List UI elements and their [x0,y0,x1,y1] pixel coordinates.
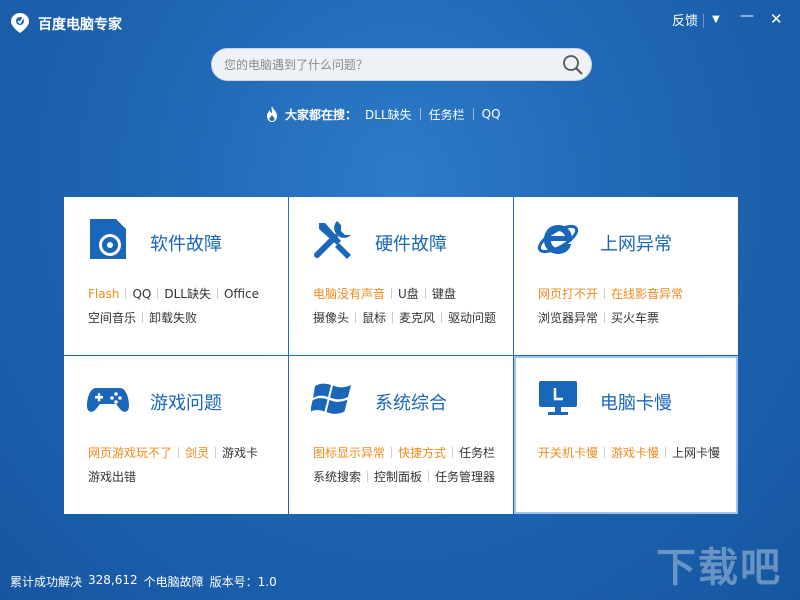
tag-line: 网页打不开 在线影音异常 [538,285,683,302]
tag-usb-drive[interactable]: U盘 [398,285,419,302]
search-input[interactable] [224,56,544,74]
tag-dll[interactable]: DLL缺失 [164,285,211,302]
gamepad-icon [87,388,129,412]
search-icon[interactable] [562,54,584,76]
search-box [211,48,592,81]
tag-internet-slow[interactable]: 上网卡慢 [672,444,720,461]
tag-line: Flash QQ DLL缺失 Office [88,285,259,302]
card-title: 游戏问题 [150,393,222,414]
hot-search-label: 大家都在搜： [285,107,358,122]
monitor-icon [539,381,577,415]
card-slow-computer[interactable]: 电脑卡慢 开关机卡慢 游戏卡慢 上网卡慢 [514,356,738,514]
windows-icon [311,383,351,414]
tag-uninstall-fail[interactable]: 卸载失败 [149,309,197,326]
tag-online-video[interactable]: 在线影音异常 [611,285,683,302]
tag-line: 电脑没有声音 U盘 键盘 [313,285,456,302]
tools-icon [314,221,351,259]
tag-system-search[interactable]: 系统搜索 [313,468,361,485]
tag-line: 游戏出错 [88,468,136,485]
tag-line: 系统搜索 控制面板 任务管理器 [313,468,495,485]
tag-mouse[interactable]: 鼠标 [362,309,386,326]
status-label: 累计成功解决 [10,575,83,589]
card-title: 软件故障 [150,234,222,255]
feedback-button[interactable]: 反馈 [672,10,698,29]
close-button[interactable]: ✕ [770,10,783,28]
resolved-count: 328,612 [88,573,138,587]
card-system-general[interactable]: 系统综合 图标显示异常 快捷方式 任务栏 系统搜索 控制面板 任务管理器 [289,356,513,514]
minimize-button[interactable]: — [740,8,754,24]
status-unit: 个电脑故障 [143,575,204,589]
ie-icon [537,224,579,254]
app-title: 百度电脑专家 [38,17,122,33]
disc-icon [90,219,126,259]
divider [419,108,421,120]
tag-browser-issue[interactable]: 浏览器异常 [538,309,598,326]
tag-task-manager[interactable]: 任务管理器 [435,468,495,485]
tag-line: 空间音乐 卸载失败 [88,309,197,326]
title-bar: 百度电脑专家 反馈 ▼ — ✕ [0,0,800,44]
status-bar: 累计成功解决 328,612 个电脑故障 版本号：1.0 [10,573,283,590]
tag-driver[interactable]: 驱动问题 [448,309,496,326]
tag-boot-slow[interactable]: 开关机卡慢 [538,444,598,461]
card-title: 电脑卡慢 [600,393,672,414]
hot-search-dll[interactable]: DLL缺失 [365,106,412,123]
tag-taskbar[interactable]: 任务栏 [459,444,495,461]
card-internet-issues[interactable]: 上网异常 网页打不开 在线影音异常 浏览器异常 买火车票 [514,197,738,355]
tag-microphone[interactable]: 麦克风 [399,309,435,326]
tag-line: 网页游戏玩不了 剑灵 游戏卡 [88,444,258,461]
tag-office[interactable]: Office [224,287,259,301]
category-grid: 软件故障 Flash QQ DLL缺失 Office 空间音乐 卸载失败 硬件故… [64,197,738,514]
divider [703,14,704,28]
tag-game-slow[interactable]: 游戏卡慢 [611,444,659,461]
tag-keyboard[interactable]: 键盘 [432,285,456,302]
tag-train-ticket[interactable]: 买火车票 [611,309,659,326]
tag-blade-soul[interactable]: 剑灵 [185,444,209,461]
tag-game-lag[interactable]: 游戏卡 [222,444,258,461]
fire-icon [267,106,277,122]
tag-line: 摄像头 鼠标 麦克风 驱动问题 [313,309,496,326]
app-logo-icon [11,13,29,33]
watermark: 下载吧 [656,545,782,591]
card-title: 系统综合 [375,393,447,414]
tag-qq[interactable]: QQ [132,287,151,301]
tag-qzone-music[interactable]: 空间音乐 [88,309,136,326]
tag-camera[interactable]: 摄像头 [313,309,349,326]
menu-dropdown-icon[interactable]: ▼ [712,14,720,25]
hot-search-bar: 大家都在搜： DLL缺失 任务栏 QQ [265,104,501,124]
tag-line: 浏览器异常 买火车票 [538,309,659,326]
card-software-issues[interactable]: 软件故障 Flash QQ DLL缺失 Office 空间音乐 卸载失败 [64,197,288,355]
version-label: 版本号：1.0 [209,575,277,589]
tag-page-not-open[interactable]: 网页打不开 [538,285,598,302]
divider [472,108,474,120]
tag-control-panel[interactable]: 控制面板 [374,468,422,485]
tag-flash[interactable]: Flash [88,287,119,301]
tag-web-game[interactable]: 网页游戏玩不了 [88,444,172,461]
card-title: 上网异常 [600,234,672,255]
tag-line: 图标显示异常 快捷方式 任务栏 [313,444,495,461]
card-hardware-issues[interactable]: 硬件故障 电脑没有声音 U盘 键盘 摄像头 鼠标 麦克风 驱动问题 [289,197,513,355]
card-game-issues[interactable]: 游戏问题 网页游戏玩不了 剑灵 游戏卡 游戏出错 [64,356,288,514]
tag-line: 开关机卡慢 游戏卡慢 上网卡慢 [538,444,720,461]
tag-shortcut[interactable]: 快捷方式 [398,444,446,461]
hot-search-taskbar[interactable]: 任务栏 [429,106,465,123]
tag-game-error[interactable]: 游戏出错 [88,468,136,485]
card-title: 硬件故障 [375,234,447,255]
tag-no-sound[interactable]: 电脑没有声音 [313,285,385,302]
tag-icon-display[interactable]: 图标显示异常 [313,444,385,461]
hot-search-qq[interactable]: QQ [482,107,501,121]
